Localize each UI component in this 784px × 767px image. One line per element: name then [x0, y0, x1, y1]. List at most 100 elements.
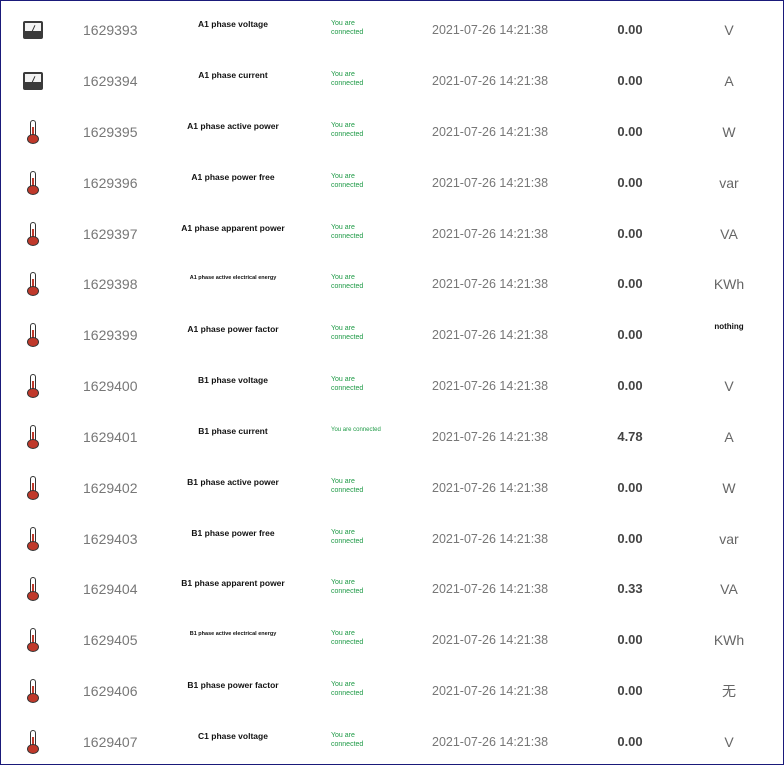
timestamp: 2021-07-26 14:21:38 — [432, 734, 549, 749]
reading-value: 0.00 — [617, 226, 643, 241]
thermometer-icon — [26, 627, 40, 652]
table-row[interactable]: 1629400 B1 phase voltage You are connected… — [1, 360, 783, 411]
sensor-id: 1629397 — [83, 225, 138, 242]
row-icon-cell — [1, 309, 65, 360]
sensor-name: A1 phase active power — [187, 120, 279, 131]
timestamp: 2021-07-26 14:21:38 — [432, 581, 549, 596]
thermometer-icon — [26, 475, 40, 500]
connection-status: You are connected — [331, 19, 364, 36]
sensor-name: A1 phase apparent power — [181, 222, 285, 233]
sensor-id: 1629406 — [83, 682, 138, 699]
thermometer-icon — [26, 170, 40, 195]
connection-status: You are connected — [331, 223, 364, 240]
connection-status: You are connected — [331, 172, 364, 189]
sensor-name: B1 phase active power — [187, 476, 279, 487]
timestamp: 2021-07-26 14:21:38 — [432, 73, 549, 88]
sensor-name: B1 phase apparent power — [181, 577, 285, 588]
unit-label: nothing — [714, 322, 744, 331]
connection-status: You are connected — [331, 121, 364, 138]
sensor-list-panel: 1629393 A1 phase voltage You are connected… — [0, 0, 784, 765]
sensor-id: 1629398 — [83, 275, 138, 292]
table-row[interactable]: 1629402 B1 phase active power You are conn… — [1, 462, 783, 513]
row-icon-cell — [1, 208, 65, 259]
sensor-id: 1629399 — [83, 326, 138, 343]
table-row[interactable]: 1629396 A1 phase power free You are connec… — [1, 157, 783, 208]
reading-value: 0.00 — [617, 327, 643, 342]
timestamp: 2021-07-26 14:21:38 — [432, 276, 549, 291]
table-row[interactable]: 1629405 B1 phase active electrical energy… — [1, 614, 783, 665]
sensor-name: B1 phase voltage — [198, 374, 268, 385]
timestamp: 2021-07-26 14:21:38 — [432, 327, 549, 342]
thermometer-icon — [26, 271, 40, 296]
sensor-name: A1 phase power free — [191, 171, 275, 182]
row-icon-cell — [1, 513, 65, 564]
table-row[interactable]: 1629395 A1 phase active power You are conn… — [1, 106, 783, 157]
sensor-id: 1629395 — [83, 123, 138, 140]
unit-label: var — [719, 530, 739, 547]
row-icon-cell — [1, 157, 65, 208]
connection-status: You are connected — [331, 427, 381, 433]
thermometer-icon — [26, 526, 40, 551]
reading-value: 0.00 — [617, 276, 643, 291]
table-row[interactable]: 1629397 A1 phase apparent power You are co… — [1, 208, 783, 259]
sensor-name: B1 phase power free — [191, 527, 275, 538]
sensor-id: 1629401 — [83, 428, 138, 445]
unit-label: W — [722, 479, 736, 496]
timestamp: 2021-07-26 14:21:38 — [432, 124, 549, 139]
thermometer-icon — [26, 322, 40, 347]
reading-value: 4.78 — [617, 429, 643, 444]
connection-status: You are connected — [331, 375, 364, 392]
table-row[interactable]: 1629403 B1 phase power free You are connec… — [1, 513, 783, 564]
sensor-id: 1629396 — [83, 174, 138, 191]
table-row[interactable]: 1629399 A1 phase power factor You are conn… — [1, 309, 783, 360]
sensor-name: A1 phase active electrical energy — [189, 274, 277, 281]
unit-label: VA — [720, 225, 738, 242]
unit-label: A — [724, 72, 734, 89]
table-row[interactable]: 1629394 A1 phase current You are connected… — [1, 55, 783, 106]
timestamp: 2021-07-26 14:21:38 — [432, 429, 549, 444]
reading-value: 0.00 — [617, 175, 643, 190]
reading-value: 0.00 — [617, 531, 643, 546]
row-icon-cell — [1, 411, 65, 462]
reading-value: 0.00 — [617, 683, 643, 698]
table-row[interactable]: 1629406 B1 phase power factor You are conn… — [1, 665, 783, 716]
timestamp: 2021-07-26 14:21:38 — [432, 22, 549, 37]
sensor-id: 1629405 — [83, 631, 138, 648]
reading-value: 0.00 — [617, 734, 643, 749]
connection-status: You are connected — [331, 680, 364, 697]
timestamp: 2021-07-26 14:21:38 — [432, 632, 549, 647]
table-row[interactable]: 1629393 A1 phase voltage You are connected… — [1, 4, 783, 55]
thermometer-icon — [26, 678, 40, 703]
unit-label: KWh — [713, 631, 745, 648]
sensor-name: A1 phase power factor — [187, 323, 279, 334]
row-icon-cell — [1, 563, 65, 614]
sensor-id: 1629402 — [83, 479, 138, 496]
table-row[interactable]: 1629398 A1 phase active electrical energy… — [1, 258, 783, 309]
timestamp: 2021-07-26 14:21:38 — [432, 226, 549, 241]
reading-value: 0.00 — [617, 22, 643, 37]
reading-value: 0.00 — [617, 73, 643, 88]
table-row[interactable]: 1629404 B1 phase apparent power You are co… — [1, 563, 783, 614]
row-icon-cell — [1, 258, 65, 309]
connection-status: You are connected — [331, 731, 364, 748]
reading-value: 0.00 — [617, 378, 643, 393]
table-row[interactable]: 1629407 C1 phase voltage You are connected… — [1, 716, 783, 767]
sensor-id: 1629400 — [83, 377, 138, 394]
sensor-name: C1 phase voltage — [198, 730, 268, 741]
timestamp: 2021-07-26 14:21:38 — [432, 683, 549, 698]
timestamp: 2021-07-26 14:21:38 — [432, 480, 549, 495]
sensor-name: A1 phase current — [198, 69, 268, 80]
thermometer-icon — [26, 221, 40, 246]
unit-label: A — [724, 428, 734, 445]
timestamp: 2021-07-26 14:21:38 — [432, 175, 549, 190]
sensor-name: A1 phase voltage — [198, 18, 268, 29]
reading-value: 0.00 — [617, 480, 643, 495]
table-row[interactable]: 1629401 B1 phase current You are connected… — [1, 411, 783, 462]
unit-label: KWh — [713, 275, 745, 292]
sensor-id: 1629407 — [83, 733, 138, 750]
row-icon-cell — [1, 360, 65, 411]
thermometer-icon — [26, 373, 40, 398]
row-icon-cell — [1, 716, 65, 767]
sensor-id: 1629404 — [83, 580, 138, 597]
thermometer-icon — [26, 424, 40, 449]
